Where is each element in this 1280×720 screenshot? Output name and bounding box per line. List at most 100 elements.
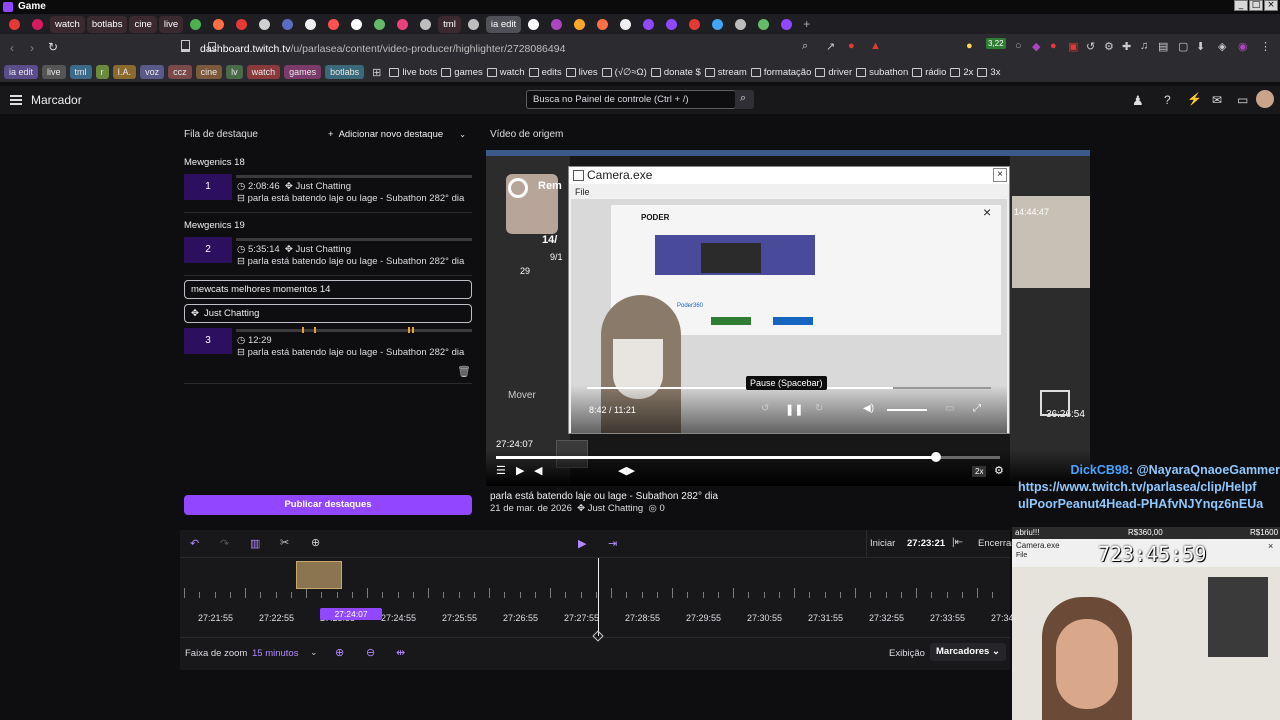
ext-red-icon[interactable]: ●	[1050, 40, 1057, 52]
bookmark-folder[interactable]: lives	[565, 67, 598, 78]
close-window-button[interactable]: ×	[1264, 0, 1278, 11]
start-value[interactable]: 27:23:21	[907, 538, 945, 549]
sidebar-icon[interactable]: ▤	[1158, 40, 1168, 53]
back-icon[interactable]: ‹	[10, 41, 14, 55]
highlight-title-input[interactable]: mewcats melhores momentos 14	[184, 280, 472, 299]
bookmark-icon[interactable]: ▭	[1237, 93, 1248, 107]
fullscreen-icon[interactable]: ⤢	[973, 403, 981, 414]
tab-favicon[interactable]	[185, 16, 206, 33]
bookmark-folder[interactable]: 3x	[977, 67, 1000, 78]
tab-favicon[interactable]	[369, 16, 390, 33]
apps-grid-icon[interactable]: ⊞	[372, 66, 381, 79]
tab-favicon[interactable]	[463, 16, 484, 33]
bookmark-chip[interactable]: games	[284, 65, 322, 79]
set-start-icon[interactable]: |⇤	[952, 537, 963, 548]
bookmark-folder[interactable]: rádio	[912, 67, 946, 78]
bookmark-folder[interactable]: live bots	[389, 67, 437, 78]
chevron-down-icon[interactable]: ⌄	[310, 647, 318, 658]
tab-favicon[interactable]	[415, 16, 436, 33]
queue-item-number[interactable]: 2	[184, 237, 232, 263]
inbox-icon[interactable]: ✉	[1212, 93, 1222, 107]
hamburger-menu-icon[interactable]	[10, 95, 22, 105]
camera-close-button[interactable]: ×	[993, 168, 1007, 182]
bookmark-chip[interactable]: live	[42, 65, 66, 79]
forward-icon[interactable]: ›	[30, 41, 34, 55]
bookmark-folder[interactable]: formatação	[750, 67, 811, 78]
volume-icon[interactable]: ◀	[534, 464, 542, 477]
maximize-button[interactable]: □	[1249, 0, 1263, 11]
bookmark-folder[interactable]: donate $	[650, 67, 701, 78]
tab-favicon[interactable]	[231, 16, 252, 33]
bookmark-chip[interactable]: cine	[195, 65, 223, 79]
settings-icon[interactable]: ⚙	[1104, 40, 1114, 53]
bookmark-chip[interactable]: ccz	[168, 65, 192, 79]
bookmark-folder[interactable]: watch	[486, 67, 525, 78]
tab-live[interactable]: live	[158, 15, 184, 33]
display-select[interactable]: Marcadores ⌄	[930, 643, 1006, 661]
tab-favicon[interactable]	[753, 16, 774, 33]
clip-icon[interactable]: ◀▶	[618, 464, 635, 477]
wand-icon[interactable]: ⚡	[1187, 92, 1202, 106]
tab-favicon[interactable]	[684, 16, 705, 33]
tab-favicon[interactable]	[4, 16, 25, 33]
add-marker-icon[interactable]: ⊕	[311, 536, 320, 549]
captions-icon[interactable]: ▭	[945, 403, 954, 414]
tab-favicon[interactable]	[254, 16, 275, 33]
chapters-icon[interactable]: ☰	[496, 464, 506, 477]
download-icon[interactable]: ⬇	[1196, 40, 1205, 53]
ext-badge-icon[interactable]: 3,22	[986, 38, 1006, 49]
cut-icon[interactable]: ✂	[280, 536, 289, 549]
tab-favicon[interactable]	[707, 16, 728, 33]
bookmark-chip[interactable]: I.A.	[112, 65, 137, 79]
tab-favicon[interactable]	[208, 16, 229, 33]
ext-bulb-icon[interactable]: ●	[966, 40, 973, 52]
zoom-out-icon[interactable]: ⊖	[366, 646, 375, 659]
new-tab-icon[interactable]: +	[803, 17, 810, 31]
bookmark-chip[interactable]: watch	[246, 65, 281, 79]
help-icon[interactable]: ?	[1164, 93, 1171, 107]
play-icon[interactable]: ▶	[516, 464, 524, 477]
bookmark-folder[interactable]: stream	[704, 67, 747, 78]
tab-favicon[interactable]	[569, 16, 590, 33]
tab-favicon[interactable]	[523, 16, 544, 33]
volume-slider[interactable]	[887, 409, 927, 411]
shield-icon[interactable]: ◈	[1218, 40, 1226, 53]
bookmark-chip[interactable]: r	[95, 65, 109, 79]
ext-ring-icon[interactable]: ○	[1015, 40, 1022, 52]
ext-shield-icon[interactable]: ◆	[1032, 40, 1040, 53]
zoom-in-icon[interactable]: ⊕	[335, 646, 344, 659]
tab-tml[interactable]: tml	[438, 15, 461, 33]
tab-watch[interactable]: watch	[50, 15, 85, 33]
queue-item-number[interactable]: 1	[184, 174, 232, 200]
tab-favicon[interactable]	[300, 16, 321, 33]
bookmark-folder[interactable]: (√∅≈Ω)	[601, 67, 647, 78]
tab-favicon[interactable]	[638, 16, 659, 33]
camera-window[interactable]: Camera.exe × File PODER Poder360 × 8:42 …	[568, 166, 1010, 434]
video-progress-remaining[interactable]	[936, 456, 1000, 459]
bookmark-folder[interactable]: games	[441, 67, 483, 78]
profile-ext-icon[interactable]: ◉	[1238, 40, 1248, 53]
puzzle-icon[interactable]: ✚	[1122, 40, 1131, 53]
tab-favicon[interactable]	[392, 16, 413, 33]
undo-icon[interactable]: ↶	[190, 537, 199, 550]
tab-ia-edit[interactable]: ia edit	[485, 15, 522, 33]
minimize-button[interactable]: _	[1234, 0, 1248, 11]
camera-file-menu[interactable]: File	[575, 187, 590, 197]
dashboard-search-input[interactable]: Busca no Painel de controle (Ctrl + /)	[526, 90, 736, 109]
tab-favicon[interactable]	[615, 16, 636, 33]
tab-favicon[interactable]	[346, 16, 367, 33]
reload-icon[interactable]: ↻	[48, 40, 58, 54]
fit-icon[interactable]: ⇹	[396, 646, 405, 659]
bookmark-folder[interactable]: edits	[528, 67, 562, 78]
menu-dots-icon[interactable]: ⋮	[1260, 40, 1271, 53]
bookmark-folder[interactable]: driver	[815, 67, 852, 78]
tab-favicon[interactable]	[592, 16, 613, 33]
jump-end-icon[interactable]: ⇥	[608, 537, 617, 550]
bookmark-folder[interactable]: subathon	[856, 67, 908, 78]
notifications-icon[interactable]: ♟	[1132, 93, 1144, 109]
music-icon[interactable]: ♫	[1140, 40, 1148, 52]
trash-icon[interactable]: 🗑	[457, 365, 471, 378]
ext-refresh-icon[interactable]: ↺	[1086, 40, 1095, 53]
tab-favicon[interactable]	[277, 16, 298, 33]
bookmark-chip[interactable]: lv	[226, 65, 243, 79]
